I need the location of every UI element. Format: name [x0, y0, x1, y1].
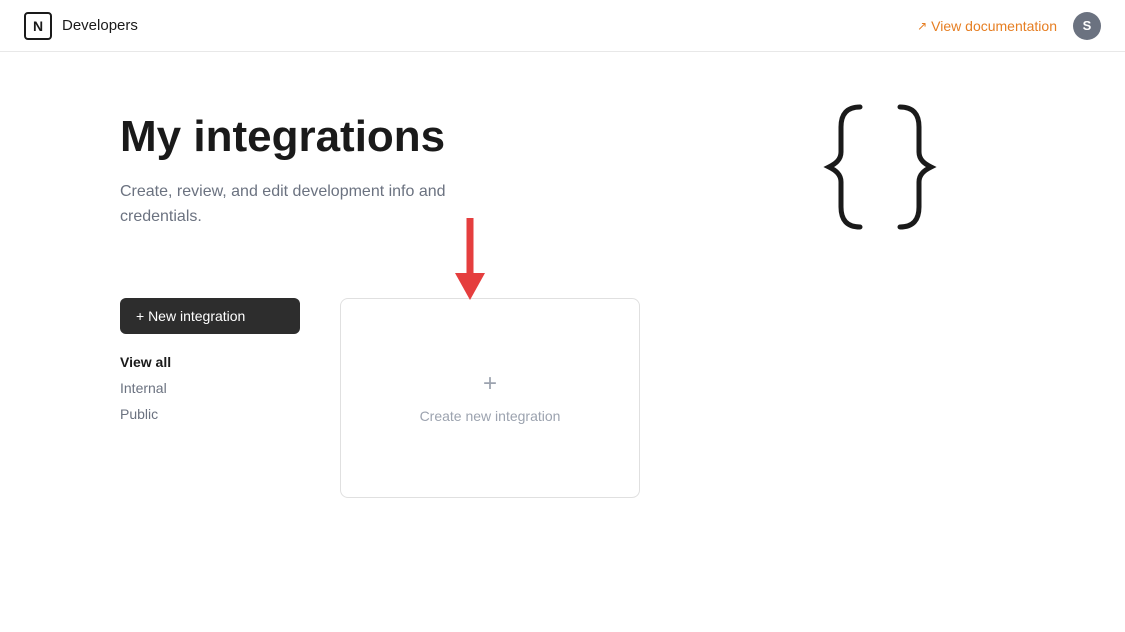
- create-integration-card[interactable]: + Create new integration: [340, 298, 640, 498]
- nav-list: View all Internal Public: [120, 350, 300, 426]
- nav-item-internal[interactable]: Internal: [120, 376, 300, 400]
- header-left: N Developers: [24, 12, 138, 40]
- header-right: ↗ View documentation S: [917, 12, 1101, 40]
- header-title: Developers: [62, 17, 138, 34]
- braces-icon: [815, 92, 945, 250]
- new-integration-label: + New integration: [136, 308, 245, 324]
- create-card-label: Create new integration: [420, 408, 561, 424]
- view-docs-link[interactable]: ↗ View documentation: [917, 18, 1057, 34]
- notion-logo: N: [24, 12, 52, 40]
- cards-area: + Create new integration: [340, 298, 1005, 498]
- nav-item-view-all[interactable]: View all: [120, 350, 300, 374]
- sidebar: + New integration View all Internal Publ…: [120, 298, 300, 426]
- page-title: My integrations: [120, 112, 815, 163]
- main-content: My integrations Create, review, and edit…: [0, 52, 1125, 632]
- app-header: N Developers ↗ View documentation S: [0, 0, 1125, 52]
- hero-section: My integrations Create, review, and edit…: [120, 112, 1005, 250]
- curly-braces-svg: [815, 92, 945, 232]
- arrow-container: [440, 218, 500, 308]
- content-area: + New integration View all Internal Publ…: [120, 298, 1005, 498]
- hero-text: My integrations Create, review, and edit…: [120, 112, 815, 230]
- red-arrow-svg: [440, 218, 500, 308]
- nav-item-public[interactable]: Public: [120, 402, 300, 426]
- new-integration-button[interactable]: + New integration: [120, 298, 300, 334]
- plus-icon: +: [483, 372, 497, 396]
- view-docs-label: View documentation: [931, 18, 1057, 34]
- external-link-icon: ↗: [917, 19, 927, 33]
- avatar[interactable]: S: [1073, 12, 1101, 40]
